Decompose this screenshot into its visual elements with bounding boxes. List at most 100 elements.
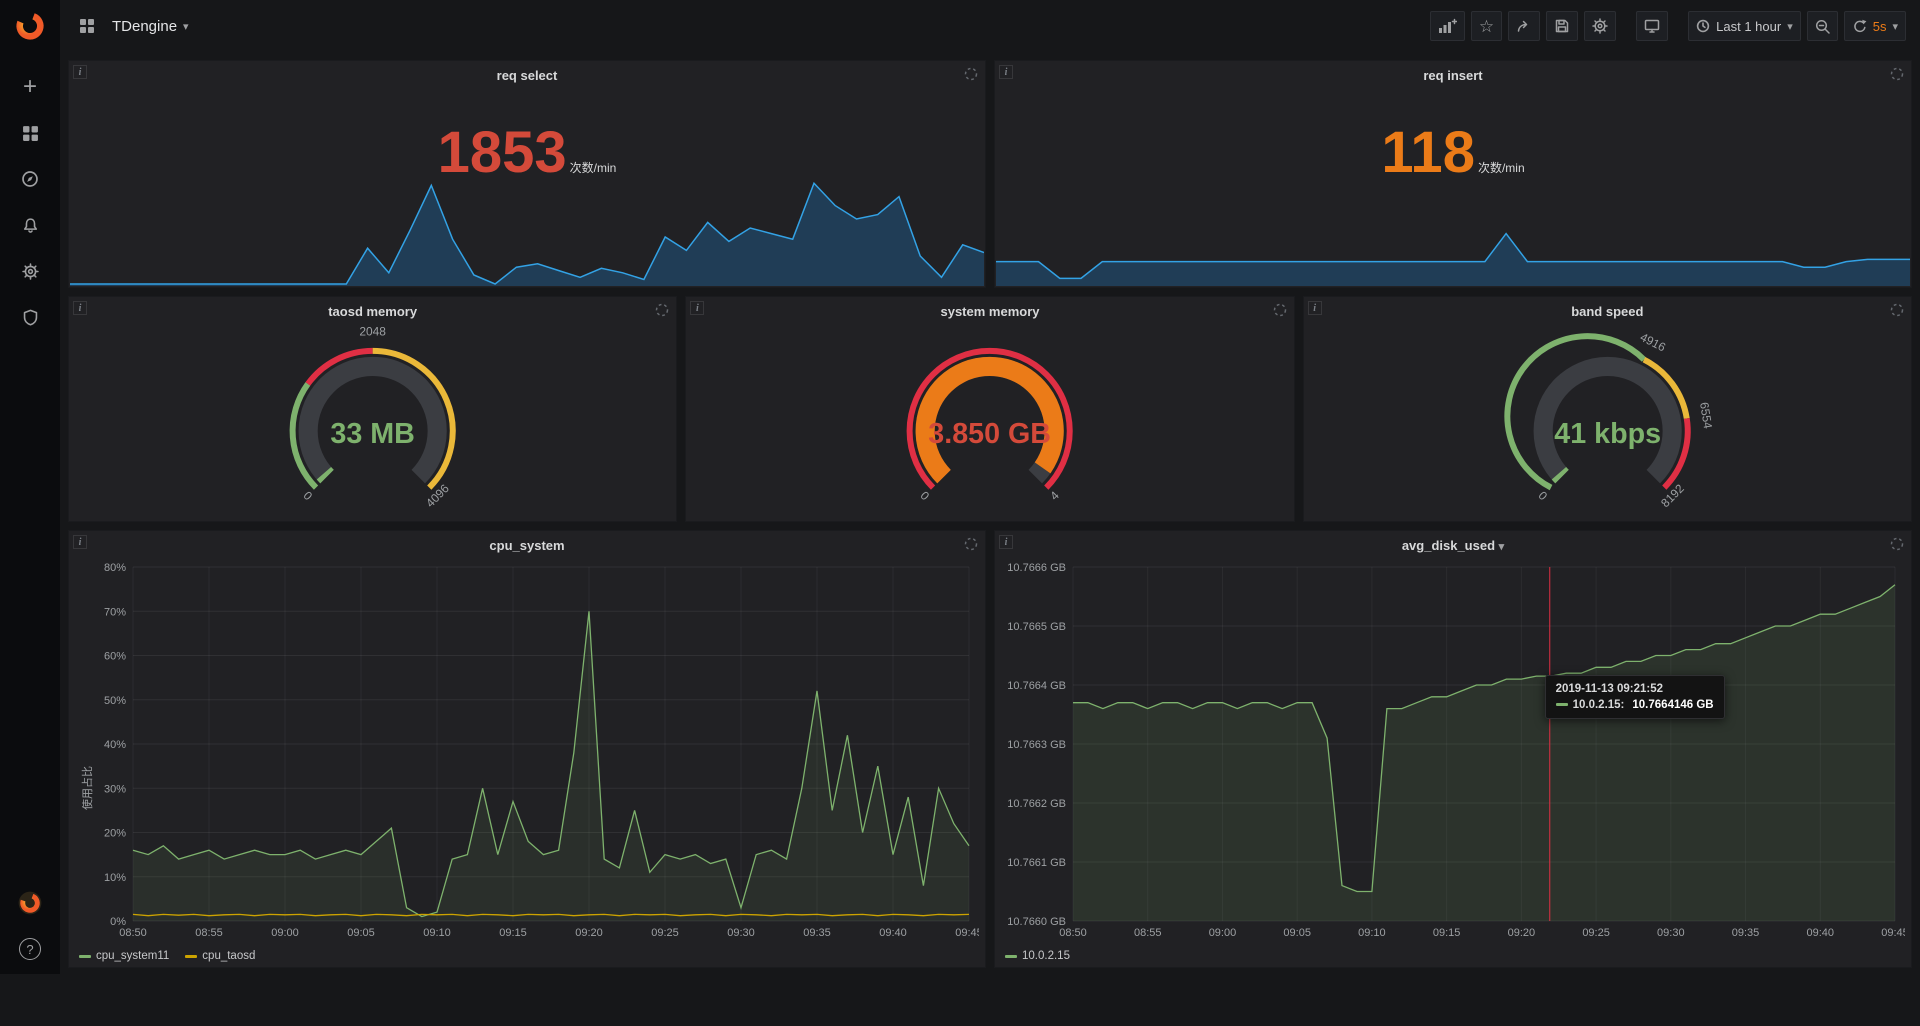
- panel-info-icon[interactable]: i: [999, 65, 1013, 79]
- dashboard-title[interactable]: TDengine ▾: [112, 18, 189, 35]
- chevron-down-icon: ▾: [1787, 20, 1793, 33]
- alerting-button[interactable]: [11, 206, 49, 244]
- svg-text:09:40: 09:40: [1807, 927, 1835, 939]
- svg-text:09:10: 09:10: [423, 927, 451, 939]
- panel-info-icon[interactable]: i: [999, 535, 1013, 549]
- svg-text:08:55: 08:55: [195, 927, 223, 939]
- svg-text:09:30: 09:30: [727, 927, 755, 939]
- star-button[interactable]: ☆: [1471, 11, 1502, 41]
- dashboard-settings-button[interactable]: [1584, 11, 1616, 41]
- taosd-memory-gauge: 02048409633 MB: [69, 321, 676, 517]
- time-range-label: Last 1 hour: [1716, 19, 1781, 34]
- panel-title[interactable]: req insert: [1025, 68, 1881, 83]
- panel-loading-spinner: [1890, 537, 1904, 551]
- svg-text:0: 0: [1535, 488, 1550, 503]
- share-button[interactable]: [1508, 11, 1540, 41]
- band-speed-gauge: 049166554819241 kbps: [1304, 321, 1911, 517]
- panel-title[interactable]: band speed: [1334, 304, 1881, 319]
- svg-text:09:45: 09:45: [1881, 927, 1905, 939]
- legend-label: 10.0.2.15: [1022, 950, 1070, 962]
- panel-loading-spinner: [1273, 303, 1287, 317]
- legend-marker: [185, 955, 197, 958]
- avatar-icon: [17, 890, 43, 916]
- configuration-button[interactable]: [11, 252, 49, 290]
- svg-text:30%: 30%: [104, 783, 126, 795]
- svg-text:09:00: 09:00: [271, 927, 299, 939]
- panel-title[interactable]: taosd memory: [99, 304, 646, 319]
- panel-band-speed: i band speed 049166554819241 kbps: [1303, 296, 1912, 522]
- legend-item-cpu-system11[interactable]: cpu_system11: [79, 950, 169, 962]
- user-avatar[interactable]: [11, 884, 49, 922]
- panel-req-select: i req select 1853次数/min: [68, 60, 986, 288]
- svg-text:09:25: 09:25: [651, 927, 679, 939]
- svg-text:10.7660 GB: 10.7660 GB: [1007, 916, 1066, 928]
- panel-system-memory: i system memory 043.850 GB: [685, 296, 1294, 522]
- svg-text:09:45: 09:45: [955, 927, 979, 939]
- svg-text:09:35: 09:35: [1732, 927, 1760, 939]
- save-button[interactable]: [1546, 11, 1578, 41]
- help-button[interactable]: ?: [19, 938, 41, 960]
- panel-info-icon[interactable]: i: [73, 65, 87, 79]
- refresh-icon: [1852, 19, 1867, 34]
- refresh-button[interactable]: 5s ▾: [1844, 11, 1906, 41]
- server-admin-button[interactable]: [11, 298, 49, 336]
- legend-label: cpu_system11: [96, 950, 169, 962]
- gear-icon: [1592, 18, 1608, 34]
- bar-chart-add-icon: [1438, 18, 1457, 34]
- top-navbar: TDengine ▾ ☆ Last 1 hour ▾: [60, 0, 1920, 52]
- svg-text:09:40: 09:40: [879, 927, 907, 939]
- panel-info-icon[interactable]: i: [73, 301, 87, 315]
- panel-title[interactable]: system memory: [716, 304, 1263, 319]
- legend-item-cpu-taosd[interactable]: cpu_taosd: [185, 950, 255, 962]
- dashboard-title-text: TDengine: [112, 18, 177, 35]
- zoom-out-button[interactable]: [1807, 11, 1838, 41]
- svg-text:10.7665 GB: 10.7665 GB: [1007, 621, 1066, 633]
- svg-text:08:50: 08:50: [119, 927, 147, 939]
- svg-text:09:20: 09:20: [575, 927, 603, 939]
- kiosk-mode-button[interactable]: [1636, 11, 1668, 41]
- time-range-picker[interactable]: Last 1 hour ▾: [1688, 11, 1801, 41]
- svg-text:41 kbps: 41 kbps: [1554, 418, 1661, 450]
- panel-title[interactable]: avg_disk_used ▾: [1025, 538, 1881, 553]
- svg-text:20%: 20%: [104, 828, 126, 840]
- svg-text:40%: 40%: [104, 739, 126, 751]
- svg-text:09:05: 09:05: [347, 927, 375, 939]
- add-panel-button[interactable]: [1430, 11, 1465, 41]
- panel-info-icon[interactable]: i: [690, 301, 704, 315]
- panel-loading-spinner: [1890, 67, 1904, 81]
- stat-value: 1853: [438, 120, 567, 185]
- panel-info-icon[interactable]: i: [73, 535, 87, 549]
- svg-text:09:15: 09:15: [1433, 927, 1461, 939]
- chart-legend: 10.0.2.15: [1005, 950, 1070, 962]
- zoom-out-icon: [1815, 19, 1830, 34]
- svg-text:50%: 50%: [104, 695, 126, 707]
- cpu-system-chart[interactable]: 0%10%20%30%40%50%60%70%80%08:5008:5509:0…: [87, 559, 979, 941]
- svg-text:08:55: 08:55: [1134, 927, 1162, 939]
- stat-unit: 次数/min: [1478, 161, 1525, 175]
- dashboards-button[interactable]: [11, 114, 49, 152]
- avg-disk-used-chart[interactable]: 10.7660 GB10.7661 GB10.7662 GB10.7663 GB…: [1001, 559, 1905, 941]
- panel-loading-spinner: [964, 67, 978, 81]
- tooltip-series-name: 10.0.2.15:: [1573, 699, 1625, 711]
- svg-text:70%: 70%: [104, 606, 126, 618]
- create-button[interactable]: +: [11, 68, 49, 106]
- req-select-stat: 1853次数/min: [69, 124, 985, 182]
- svg-text:09:10: 09:10: [1358, 927, 1386, 939]
- legend-item-host[interactable]: 10.0.2.15: [1005, 950, 1070, 962]
- panel-req-insert: i req insert 118次数/min: [994, 60, 1912, 288]
- svg-text:2048: 2048: [359, 324, 386, 338]
- panel-title[interactable]: cpu_system: [99, 538, 955, 553]
- svg-text:4916: 4916: [1638, 330, 1668, 355]
- four-squares-icon: [22, 125, 39, 142]
- panel-title[interactable]: req select: [99, 68, 955, 83]
- explore-button[interactable]: [11, 160, 49, 198]
- clock-icon: [1696, 19, 1710, 33]
- dashboard-grid-icon[interactable]: [74, 13, 100, 39]
- panel-info-icon[interactable]: i: [1308, 301, 1322, 315]
- refresh-interval-label: 5s: [1873, 19, 1887, 34]
- panel-loading-spinner: [964, 537, 978, 551]
- svg-text:10.7661 GB: 10.7661 GB: [1007, 857, 1066, 869]
- grafana-logo[interactable]: [0, 0, 60, 52]
- stat-value: 118: [1381, 120, 1475, 185]
- gear-icon: [22, 263, 39, 280]
